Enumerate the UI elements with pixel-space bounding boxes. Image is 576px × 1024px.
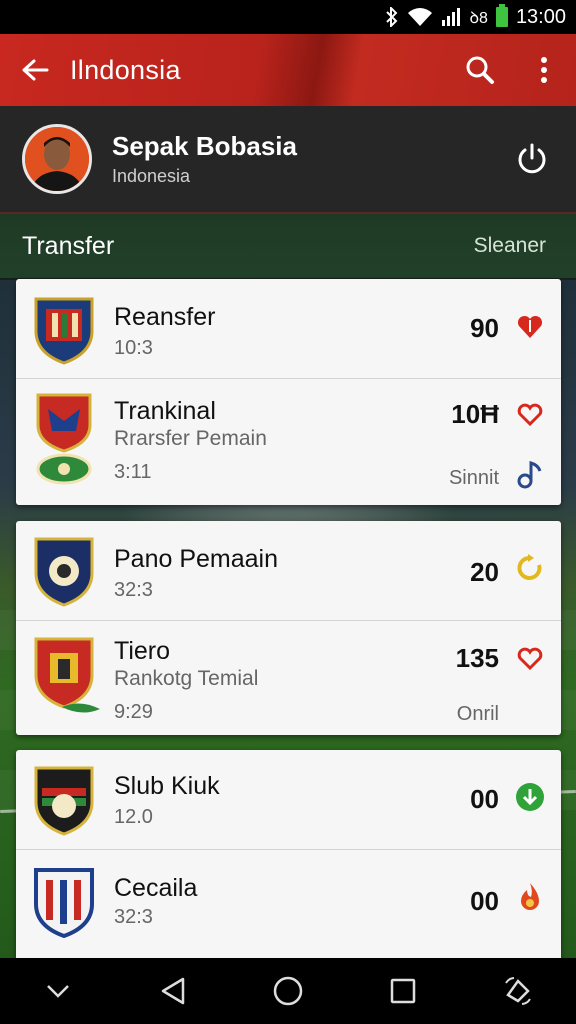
wifi-icon: [407, 7, 433, 27]
item-name: Pano Pemaain: [114, 545, 279, 573]
player-card: Pano Pemaain 32:3 20 Tiero Rankotg Temia…: [16, 521, 561, 735]
hide-keyboard-button[interactable]: [23, 958, 93, 1024]
square-recents-icon: [390, 978, 416, 1004]
flame-icon[interactable]: [515, 882, 545, 912]
club-crest-icon: [34, 868, 94, 938]
refresh-icon[interactable]: [515, 553, 545, 583]
heart-outline-icon[interactable]: [515, 399, 545, 429]
download-icon[interactable]: [515, 782, 545, 812]
status-bar: ꝺ8 13:00: [0, 0, 576, 34]
item-name: Slub Kiuk: [114, 772, 220, 800]
player-card: Reansfer 10:3 90 Trankinal Rrarsfer Pema…: [16, 279, 561, 505]
system-nav-bar: [0, 958, 576, 1024]
item-name: Cecaila: [114, 874, 198, 902]
signal-icon: [441, 7, 461, 27]
chevron-down-icon: [46, 985, 69, 998]
rotate-icon: [505, 977, 532, 1005]
profile-subtitle: Indonesia: [112, 166, 191, 186]
arrow-left-icon: [22, 59, 49, 81]
list-item[interactable]: Trankinal Rrarsfer Pemain 3:11 10Ħ Sinni…: [16, 379, 561, 505]
overflow-menu-button[interactable]: [512, 34, 576, 106]
item-value: 90: [470, 313, 499, 343]
item-name: Trankinal: [114, 397, 216, 425]
search-icon: [466, 56, 494, 84]
power-icon: [518, 143, 546, 174]
club-crest-icon: [36, 393, 92, 485]
item-extra: Onril: [456, 703, 499, 725]
item-name: Tiero: [114, 637, 171, 665]
music-note-icon[interactable]: [515, 459, 545, 489]
avatar[interactable]: [22, 124, 92, 194]
item-value: 10Ħ: [451, 399, 499, 429]
more-vertical-icon: [541, 57, 547, 83]
back-nav-button[interactable]: [138, 958, 208, 1024]
circle-home-icon: [273, 976, 303, 1006]
back-button[interactable]: [0, 34, 70, 106]
item-extra: Sinnit: [448, 467, 499, 489]
triangle-back-icon: [161, 977, 185, 1005]
item-name: Reansfer: [114, 303, 216, 331]
profile-name: Sepak Bobasia: [112, 131, 297, 161]
player-card: Slub Kiuk 12.0 00 Cecaila 32:3 00: [16, 750, 561, 958]
item-value: 00: [470, 886, 499, 916]
section-header: Transfer Sleaner: [0, 214, 576, 278]
heart-icon[interactable]: [515, 311, 545, 341]
list-item[interactable]: Tiero Rankotg Temial 9:29 135 Onril: [16, 621, 561, 735]
club-crest-icon: [34, 637, 100, 713]
item-time: 32:3: [114, 579, 153, 601]
rotate-screen-button[interactable]: [483, 958, 553, 1024]
app-bar: Ilndonsia: [0, 34, 576, 106]
item-value: 20: [470, 557, 499, 587]
club-crest-icon: [34, 537, 94, 607]
item-value: 135: [455, 643, 499, 673]
item-time: 9:29: [114, 701, 153, 723]
list-item[interactable]: Pano Pemaain 32:3 20: [16, 521, 561, 621]
item-time: 12.0: [114, 806, 153, 828]
item-time: 3:11: [114, 461, 152, 483]
list-item[interactable]: Reansfer 10:3 90: [16, 279, 561, 379]
section-filter-link[interactable]: Sleaner: [474, 234, 546, 258]
profile-header: Sepak Bobasia Indonesia: [0, 106, 576, 214]
bluetooth-icon: [385, 7, 399, 27]
item-subtitle: Rankotg Temial: [114, 667, 259, 690]
search-button[interactable]: [448, 34, 512, 106]
list-item[interactable]: Cecaila 32:3 00: [16, 850, 561, 958]
section-title: Transfer: [22, 231, 115, 260]
home-nav-button[interactable]: [253, 958, 323, 1024]
item-subtitle: Rrarsfer Pemain: [114, 427, 267, 450]
item-value: 00: [470, 784, 499, 814]
app-title: Ilndonsia: [70, 54, 181, 85]
item-time: 10:3: [114, 337, 153, 359]
list-item[interactable]: Slub Kiuk 12.0 00: [16, 750, 561, 850]
recents-nav-button[interactable]: [368, 958, 438, 1024]
status-time: 13:00: [515, 5, 566, 28]
heart-outline-icon[interactable]: [515, 643, 545, 673]
power-button[interactable]: [502, 129, 562, 189]
club-crest-icon: [34, 766, 94, 836]
club-crest-icon: [34, 297, 94, 365]
network-type-label: ꝺ8: [469, 10, 488, 27]
battery-icon: [495, 4, 508, 27]
item-time: 32:3: [114, 906, 153, 928]
